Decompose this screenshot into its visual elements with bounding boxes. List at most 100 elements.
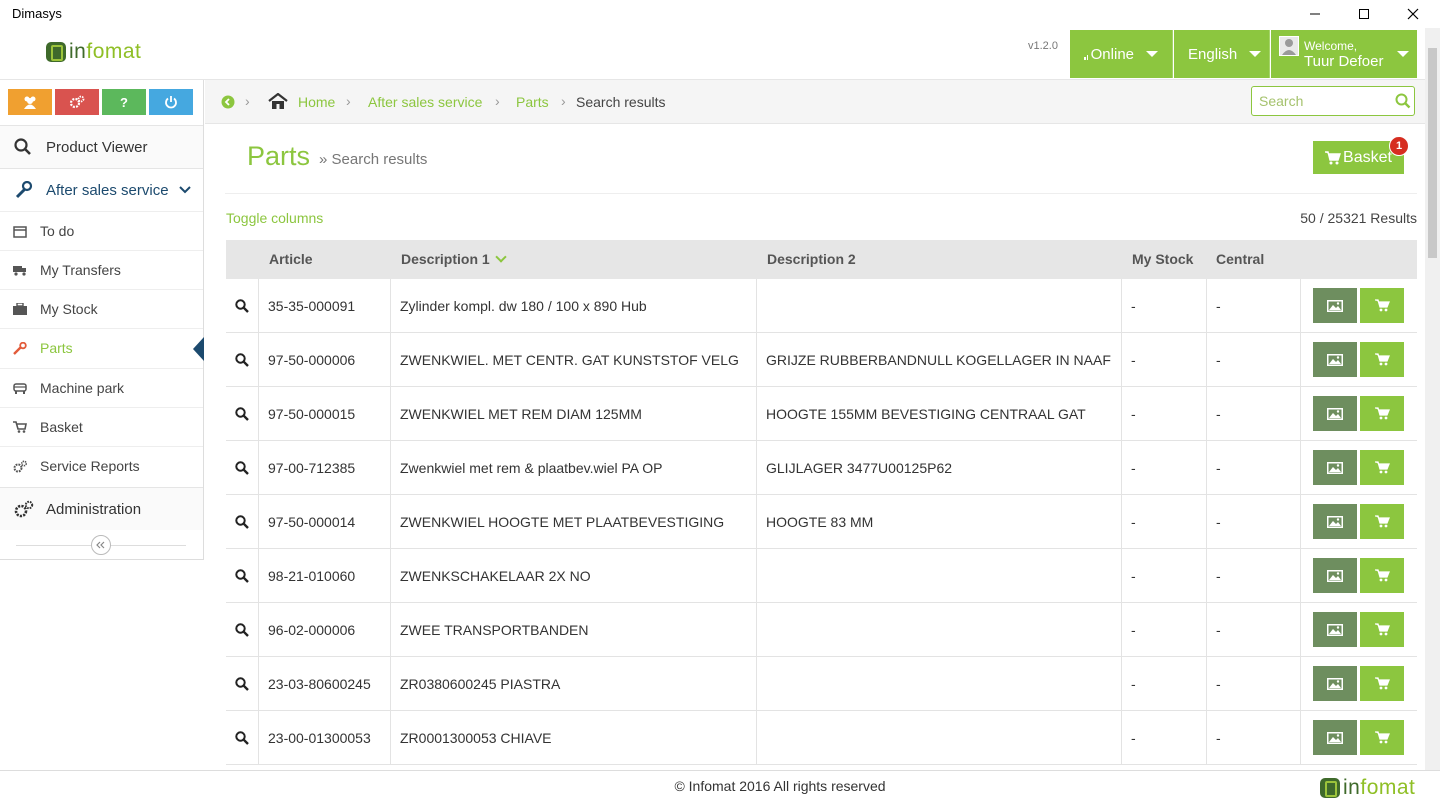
view-details-button[interactable] <box>226 333 259 387</box>
cell-text: - <box>1131 298 1136 314</box>
image-icon <box>1327 731 1343 744</box>
gears-icon <box>69 95 85 109</box>
view-image-button[interactable] <box>1313 720 1357 755</box>
column-header-my-stock[interactable]: My Stock <box>1132 251 1193 267</box>
infomat-logo: infomat <box>46 40 141 64</box>
add-to-basket-button[interactable] <box>1360 450 1404 485</box>
maximize-button[interactable] <box>1341 0 1387 28</box>
add-to-basket-button[interactable] <box>1360 396 1404 431</box>
column-header-description-2[interactable]: Description 2 <box>767 251 856 267</box>
view-details-button[interactable] <box>226 549 259 603</box>
view-details-button[interactable] <box>226 657 259 711</box>
cell-central: - <box>1207 603 1301 657</box>
image-icon <box>1327 407 1343 420</box>
view-image-button[interactable] <box>1313 342 1357 377</box>
page-title: Parts <box>247 141 311 171</box>
home-icon[interactable] <box>268 93 288 109</box>
cell-desc1: ZR0380600245 PIASTRA <box>391 657 757 711</box>
minimize-button[interactable] <box>1292 0 1338 28</box>
column-header-central[interactable]: Central <box>1216 251 1264 267</box>
user-menu-dropdown[interactable]: Welcome, Tuur Defoer <box>1271 30 1417 78</box>
search-icon <box>235 515 249 529</box>
search-icon[interactable] <box>1395 93 1411 109</box>
table-row: 97-50-000015 ZWENKWIEL MET REM DIAM 125MM… <box>226 387 1417 441</box>
cell-desc2: HOOGTE 83 MM <box>757 495 1122 549</box>
cell-desc2 <box>757 603 1122 657</box>
add-to-basket-button[interactable] <box>1360 612 1404 647</box>
add-to-basket-button[interactable] <box>1360 288 1404 323</box>
sidebar-item-service-reports[interactable]: Service Reports <box>0 446 203 485</box>
cell-desc1: ZWENKWIEL MET REM DIAM 125MM <box>391 387 757 441</box>
language-dropdown[interactable]: English <box>1174 30 1270 78</box>
cell-article: 97-00-712385 <box>259 441 391 495</box>
view-image-button[interactable] <box>1313 288 1357 323</box>
sidebar-item-machine-park[interactable]: Machine park <box>0 368 203 407</box>
image-icon <box>1327 461 1343 474</box>
image-icon <box>1327 299 1343 312</box>
breadcrumb-parts[interactable]: Parts <box>516 94 549 110</box>
add-to-basket-button[interactable] <box>1360 666 1404 701</box>
app-version: v1.2.0 <box>1028 40 1058 52</box>
app-header: infomat v1.2.0 Online English Welcome, T… <box>0 28 1440 80</box>
collapse-sidebar-button[interactable] <box>91 535 111 555</box>
view-details-button[interactable] <box>226 387 259 441</box>
view-image-button[interactable] <box>1313 504 1357 539</box>
close-button[interactable] <box>1390 0 1436 28</box>
add-to-basket-button[interactable] <box>1360 558 1404 593</box>
sidebar-item-basket[interactable]: Basket <box>0 407 203 446</box>
sidebar-item-label: Basket <box>40 419 83 435</box>
view-image-button[interactable] <box>1313 666 1357 701</box>
users-icon <box>24 96 36 109</box>
language-label: English <box>1188 45 1238 63</box>
sidebar-item-my-stock[interactable]: My Stock <box>0 289 203 328</box>
users-button[interactable] <box>8 89 52 115</box>
cell-desc1: ZWENKWIEL HOOGTE MET PLAATBEVESTIGING <box>391 495 757 549</box>
sidebar-item-my-transfers[interactable]: My Transfers <box>0 250 203 289</box>
back-circle-icon[interactable] <box>221 95 235 109</box>
column-header-article[interactable]: Article <box>269 251 313 267</box>
help-button[interactable]: ? <box>102 89 146 115</box>
cell-text: - <box>1216 622 1221 638</box>
view-image-button[interactable] <box>1313 558 1357 593</box>
logo-text: infomat <box>1343 776 1416 799</box>
cell-text: HOOGTE 83 MM <box>766 514 874 530</box>
settings-button[interactable] <box>55 89 99 115</box>
sidebar-item-parts[interactable]: Parts <box>0 328 204 367</box>
add-to-basket-button[interactable] <box>1360 342 1404 377</box>
cell-my-stock: - <box>1122 549 1207 603</box>
cell-article: 96-02-000006 <box>259 603 391 657</box>
view-image-button[interactable] <box>1313 612 1357 647</box>
breadcrumb-after-sales[interactable]: After sales service <box>368 94 482 110</box>
cell-text: - <box>1216 676 1221 692</box>
view-details-button[interactable] <box>226 711 259 765</box>
sidebar-item-label: Service Reports <box>40 458 140 474</box>
view-details-button[interactable] <box>226 279 259 333</box>
add-to-basket-button[interactable] <box>1360 504 1404 539</box>
view-image-button[interactable] <box>1313 396 1357 431</box>
view-image-button[interactable] <box>1313 450 1357 485</box>
cell-my-stock: - <box>1122 441 1207 495</box>
view-details-button[interactable] <box>226 441 259 495</box>
cell-central: - <box>1207 387 1301 441</box>
wrench-icon <box>13 341 27 355</box>
sidebar-item-label: To do <box>40 223 75 239</box>
nav-product-viewer[interactable]: Product Viewer <box>0 125 203 168</box>
footer: © Infomat 2016 All rights reserved infom… <box>0 770 1440 804</box>
cell-desc2: GLIJLAGER 3477U00125P62 <box>757 441 1122 495</box>
search-input[interactable] <box>1251 86 1415 116</box>
search-icon <box>235 569 249 583</box>
nav-after-sales[interactable]: After sales service <box>0 168 203 211</box>
breadcrumb-home[interactable]: Home <box>298 94 335 110</box>
column-header-description-1[interactable]: Description 1 <box>401 251 507 267</box>
nav-administration[interactable]: Administration <box>0 487 203 530</box>
view-details-button[interactable] <box>226 495 259 549</box>
logout-button[interactable] <box>149 89 193 115</box>
page-scrollbar[interactable] <box>1425 28 1440 770</box>
online-status-dropdown[interactable]: Online <box>1070 30 1173 78</box>
table-row: 97-50-000006 ZWENKWIEL. MET CENTR. GAT KU… <box>226 333 1417 387</box>
scrollbar-thumb[interactable] <box>1428 48 1437 258</box>
view-details-button[interactable] <box>226 603 259 657</box>
sidebar-item-todo[interactable]: To do <box>0 211 203 250</box>
toggle-columns-link[interactable]: Toggle columns <box>226 210 323 226</box>
add-to-basket-button[interactable] <box>1360 720 1404 755</box>
